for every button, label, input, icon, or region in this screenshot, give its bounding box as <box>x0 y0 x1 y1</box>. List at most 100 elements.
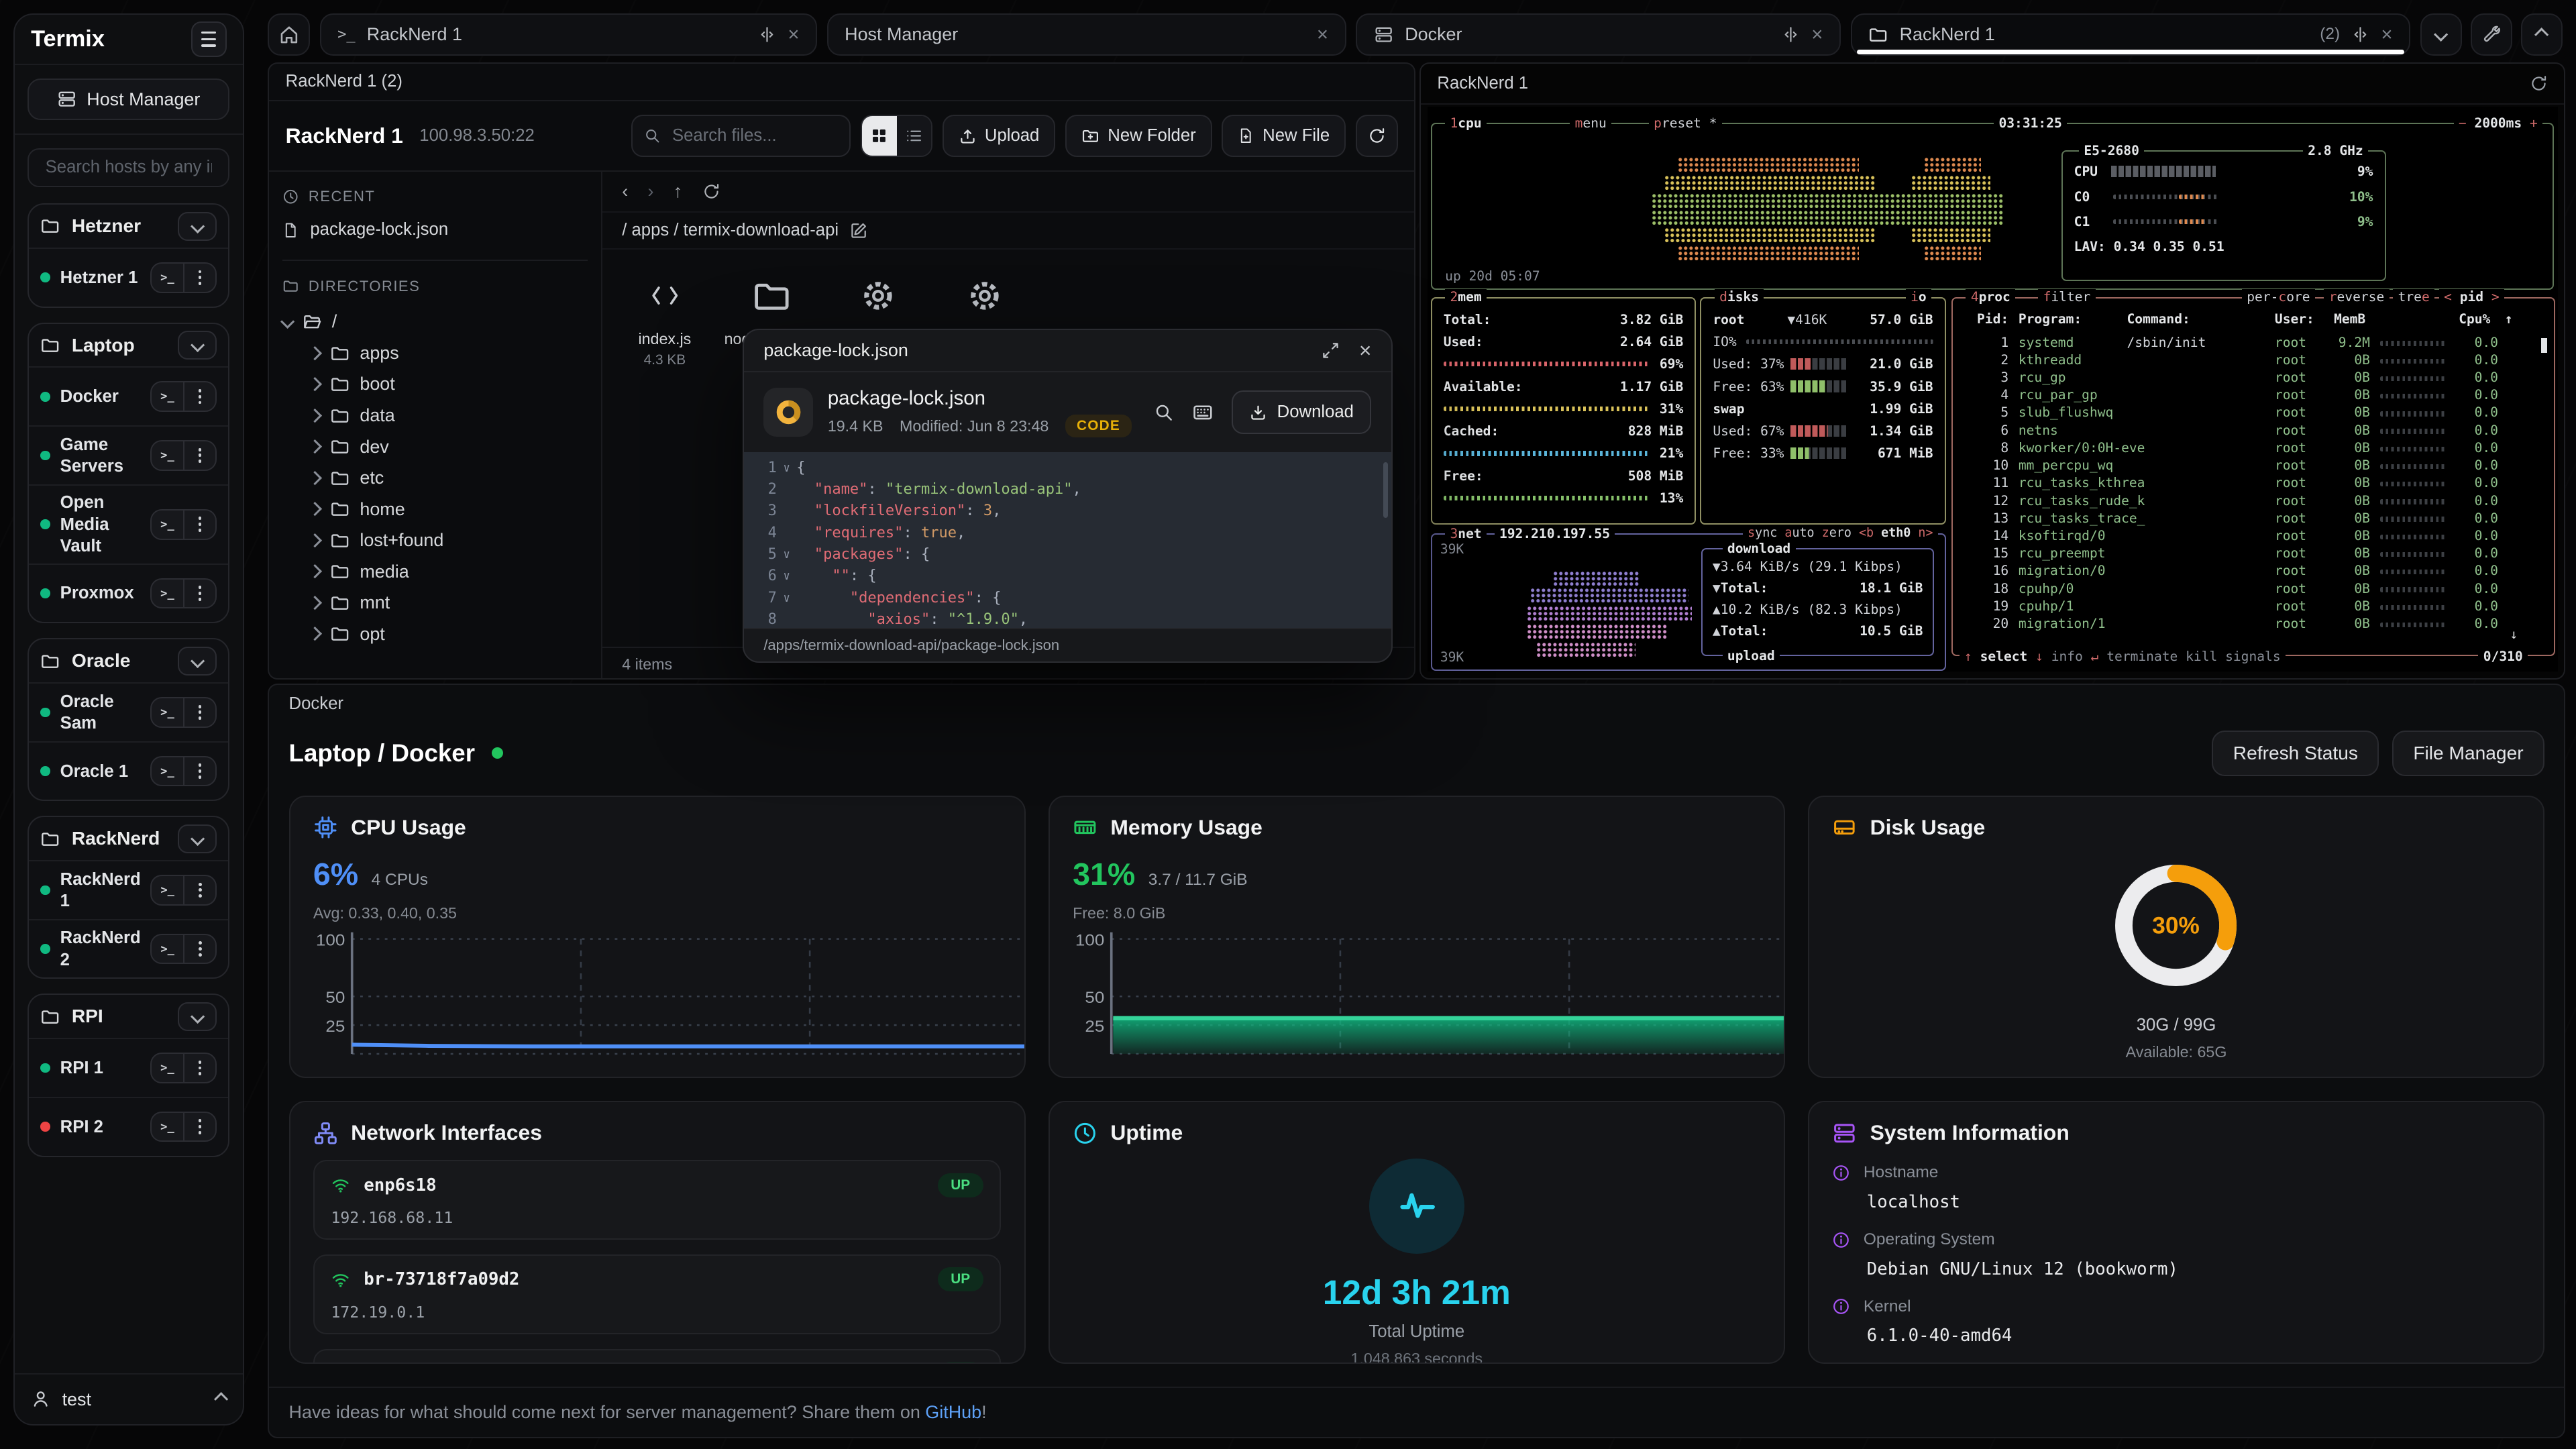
split-icon[interactable] <box>1782 25 1800 44</box>
host-terminal-button[interactable]: >_ <box>152 1054 183 1082</box>
host-menu-button[interactable] <box>183 1054 216 1082</box>
close-icon[interactable]: × <box>1359 338 1372 363</box>
file-manager-button[interactable]: File Manager <box>2392 731 2544 776</box>
file-search-input[interactable] <box>669 124 838 147</box>
tree-root[interactable]: / <box>282 307 588 338</box>
process-row[interactable]: 1systemd/sbin/initroot9.2M0.0 <box>1953 335 2554 352</box>
host-item[interactable]: RPI 2>_ <box>29 1097 228 1156</box>
new-folder-button[interactable]: New Folder <box>1065 115 1212 157</box>
file-search[interactable] <box>631 115 851 157</box>
host-search[interactable] <box>28 148 229 187</box>
collapse-group-button[interactable] <box>178 824 217 853</box>
close-icon[interactable]: × <box>1811 25 1823 44</box>
refresh-status-button[interactable]: Refresh Status <box>2212 731 2379 776</box>
host-item[interactable]: RackNerd 2>_ <box>29 919 228 978</box>
collapse-group-button[interactable] <box>178 1002 217 1031</box>
process-row[interactable]: 15rcu_preemptroot0B0.0 <box>1953 545 2554 563</box>
host-item[interactable]: RackNerd 1>_ <box>29 860 228 919</box>
process-row[interactable]: 10mm_percpu_wqroot0B0.0 <box>1953 458 2554 475</box>
tab-racknerd1-files[interactable]: RackNerd 1 (2) × <box>1851 13 2410 56</box>
upload-button[interactable]: Upload <box>943 115 1056 157</box>
tree-item[interactable]: mnt <box>282 587 588 619</box>
process-row[interactable]: 20migration/1root0B0.0 <box>1953 616 2554 633</box>
host-menu-button[interactable] <box>183 876 216 904</box>
recent-file[interactable]: package-lock.json <box>282 217 588 246</box>
host-menu-button[interactable] <box>183 441 216 470</box>
process-row[interactable]: 13rcu_tasks_trace_root0B0.0 <box>1953 511 2554 528</box>
host-menu-button[interactable] <box>183 382 216 411</box>
scroll-tabs-up-button[interactable] <box>2521 13 2563 56</box>
host-terminal-button[interactable]: >_ <box>152 757 183 786</box>
split-icon[interactable] <box>2351 25 2369 44</box>
collapse-group-button[interactable] <box>178 647 217 676</box>
nav-back-button[interactable]: ‹ <box>622 181 628 202</box>
btop-terminal[interactable]: 1cpu menu preset * 03:31:25 − 2000ms + u… <box>1428 107 2558 672</box>
scrollbar[interactable] <box>1383 462 1388 518</box>
search-in-file-icon[interactable] <box>1154 402 1173 422</box>
host-item[interactable]: Hetzner 1>_ <box>29 248 228 307</box>
host-terminal-button[interactable]: >_ <box>152 698 183 727</box>
tab-docker[interactable]: Docker × <box>1356 13 1841 56</box>
host-menu-button[interactable] <box>183 264 216 292</box>
host-terminal-button[interactable]: >_ <box>152 511 183 539</box>
home-button[interactable] <box>268 13 310 56</box>
host-terminal-button[interactable]: >_ <box>152 441 183 470</box>
host-group-header[interactable]: Oracle <box>29 639 228 682</box>
process-row[interactable]: 2kthreaddroot0B0.0 <box>1953 352 2554 370</box>
host-terminal-button[interactable]: >_ <box>152 264 183 292</box>
process-row[interactable]: 19cpuhp/1root0B0.0 <box>1953 598 2554 616</box>
list-view-button[interactable] <box>897 116 931 156</box>
file-item[interactable]: index.js4.3 KB <box>615 270 714 370</box>
tree-item[interactable]: media <box>282 556 588 588</box>
host-menu-button[interactable] <box>183 511 216 539</box>
process-row[interactable]: 6netnsroot0B0.0 <box>1953 423 2554 440</box>
collapse-group-button[interactable] <box>178 331 217 360</box>
close-icon[interactable]: × <box>2381 25 2392 44</box>
host-menu-button[interactable] <box>183 935 216 963</box>
host-group-header[interactable]: RackNerd <box>29 817 228 860</box>
host-menu-button[interactable] <box>183 1113 216 1141</box>
process-row[interactable]: 4rcu_par_gproot0B0.0 <box>1953 387 2554 405</box>
sidebar-collapse-button[interactable] <box>191 21 227 57</box>
host-item[interactable]: Open Media Vault>_ <box>29 484 228 564</box>
editor-icon[interactable] <box>1192 402 1214 423</box>
github-link[interactable]: GitHub <box>925 1402 981 1422</box>
host-manager-button[interactable]: Host Manager <box>28 78 229 121</box>
host-item[interactable]: Oracle 1>_ <box>29 741 228 800</box>
process-row[interactable]: 5slub_flushwqroot0B0.0 <box>1953 405 2554 422</box>
expand-icon[interactable] <box>1322 341 1340 360</box>
tree-item[interactable]: dev <box>282 431 588 463</box>
host-item[interactable]: Proxmox>_ <box>29 564 228 623</box>
tree-item[interactable]: etc <box>282 462 588 494</box>
tools-button[interactable] <box>2471 13 2513 56</box>
host-terminal-button[interactable]: >_ <box>152 876 183 904</box>
split-icon[interactable] <box>758 25 776 44</box>
host-group-header[interactable]: Hetzner <box>29 205 228 248</box>
process-row[interactable]: 11rcu_tasks_kthrearoot0B0.0 <box>1953 475 2554 492</box>
download-button[interactable]: Download <box>1232 390 1372 434</box>
host-group-header[interactable]: RPI <box>29 995 228 1038</box>
host-terminal-button[interactable]: >_ <box>152 1113 183 1141</box>
user-menu[interactable]: test <box>15 1373 243 1424</box>
host-terminal-button[interactable]: >_ <box>152 580 183 608</box>
tab-host-manager[interactable]: Host Manager × <box>827 13 1346 56</box>
collapse-group-button[interactable] <box>178 212 217 241</box>
view-toggle[interactable] <box>861 115 932 157</box>
host-menu-button[interactable] <box>183 757 216 786</box>
host-item[interactable]: RPI 1>_ <box>29 1038 228 1097</box>
host-menu-button[interactable] <box>183 698 216 727</box>
grid-view-button[interactable] <box>862 116 896 156</box>
scroll-tabs-down-button[interactable] <box>2420 13 2463 56</box>
process-row[interactable]: 3rcu_gproot0B0.0 <box>1953 370 2554 387</box>
nav-forward-button[interactable]: › <box>648 181 654 202</box>
tree-item[interactable]: boot <box>282 369 588 400</box>
host-menu-button[interactable] <box>183 580 216 608</box>
host-item[interactable]: Game Servers>_ <box>29 425 228 484</box>
breadcrumb[interactable]: / apps / termix-download-api <box>622 221 839 240</box>
refresh-terminal-icon[interactable] <box>2530 74 2548 93</box>
proc-scrollbar-thumb[interactable] <box>2541 338 2548 353</box>
code-preview[interactable]: 1∨{2 "name": "termix-download-api",3 "lo… <box>744 452 1391 627</box>
tree-item[interactable]: apps <box>282 337 588 369</box>
new-file-button[interactable]: New File <box>1222 115 1346 157</box>
edit-path-icon[interactable] <box>850 221 868 239</box>
